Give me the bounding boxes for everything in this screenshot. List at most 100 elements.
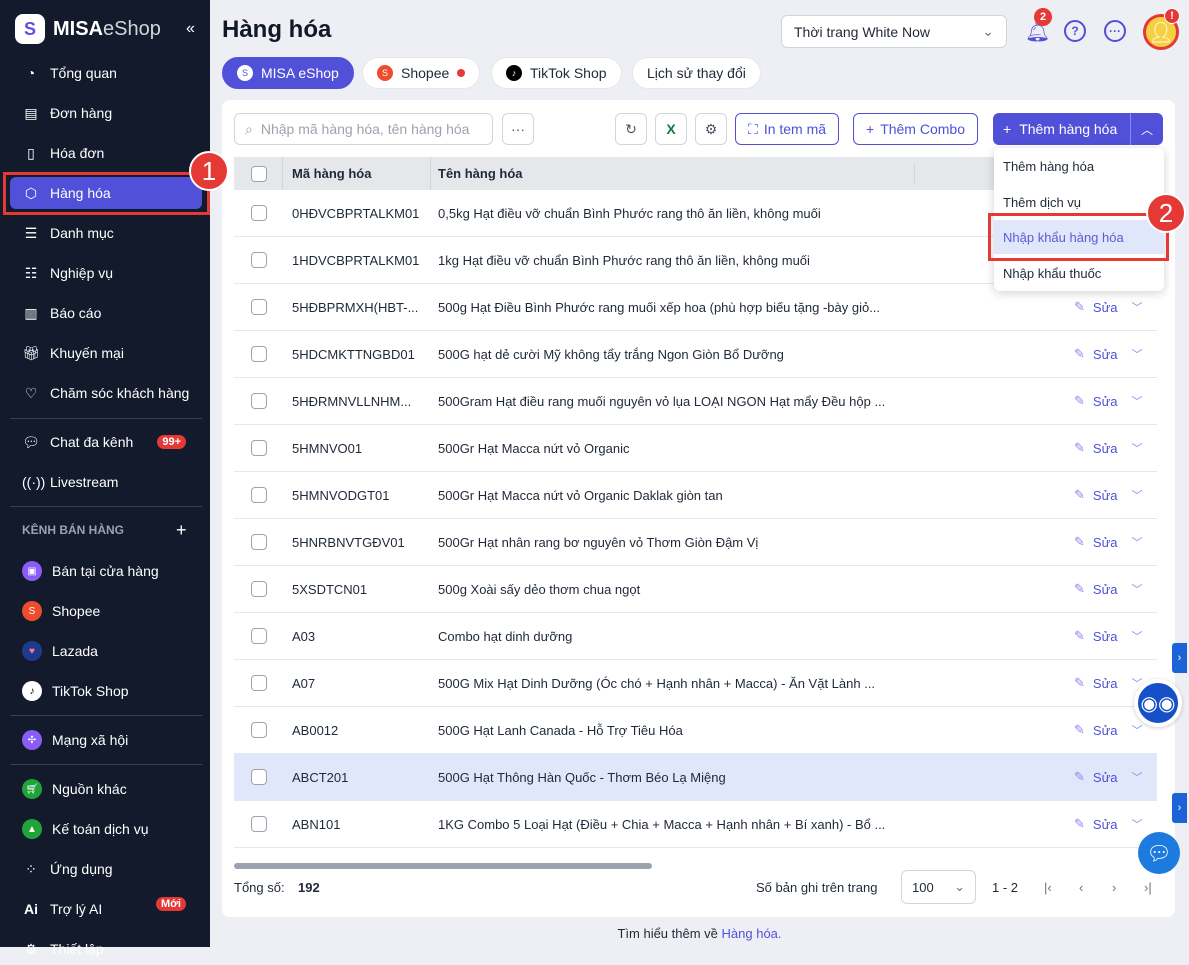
print-barcode-button[interactable]: ⛶ In tem mã (735, 113, 840, 145)
ai-assistant-robot-icon[interactable]: ◉◉ (1134, 679, 1182, 727)
per-page-select[interactable]: 100 ⌄ (901, 870, 976, 904)
edit-button[interactable]: ✎ Sửa ﹀ (1074, 722, 1143, 738)
excel-icon[interactable]: X (655, 113, 687, 145)
header-code[interactable]: Mã hàng hóa (292, 166, 371, 181)
edit-button[interactable]: ✎ Sửa ﹀ (1074, 581, 1143, 597)
chevron-up-icon[interactable]: ︿ (1131, 121, 1163, 138)
row-checkbox[interactable] (251, 581, 267, 597)
sidebar-channel-lazada[interactable]: ♥ Lazada (10, 635, 202, 667)
chevron-down-icon[interactable]: ﹀ (1132, 581, 1143, 597)
sidebar-item-reports[interactable]: ▥ Báo cáo (10, 297, 202, 329)
row-checkbox[interactable] (251, 205, 267, 221)
store-select[interactable]: Thời trang White Now ⌄ (781, 15, 1007, 48)
last-page-icon[interactable]: ›| (1144, 880, 1152, 895)
sidebar-item-accounting[interactable]: ▲ Kế toán dịch vụ (10, 813, 202, 845)
sidebar-item-operations[interactable]: ☷ Nghiệp vụ (10, 257, 202, 289)
edit-button[interactable]: ✎ Sửa ﹀ (1074, 628, 1143, 644)
add-product-button[interactable]: + Thêm hàng hóa (993, 113, 1131, 145)
table-row[interactable]: 5HNRBNVTGĐV01 500Gr Hạt nhân rang bơ nguy… (234, 519, 1157, 566)
row-checkbox[interactable] (251, 440, 267, 456)
chevron-down-icon[interactable]: ﹀ (1132, 393, 1143, 409)
row-checkbox[interactable] (251, 346, 267, 362)
more-icon[interactable]: ··· (1104, 20, 1126, 42)
sidebar-item-social[interactable]: ✣ Mạng xã hội (10, 724, 202, 756)
add-combo-button[interactable]: + Thêm Combo (853, 113, 978, 145)
sidebar-item-livestream[interactable]: ((·)) Livestream (10, 466, 202, 498)
add-channel-button[interactable]: + (176, 520, 187, 541)
chevron-down-icon[interactable]: ﹀ (1132, 346, 1143, 362)
table-row[interactable]: ABCT201 500G Hạt Thông Hàn Quốc - Thơm Bé… (234, 754, 1157, 801)
sidebar-item-orders[interactable]: ▤ Đơn hàng (10, 97, 202, 129)
row-checkbox[interactable] (251, 393, 267, 409)
horizontal-scrollbar[interactable] (234, 863, 652, 869)
table-row[interactable]: 5HDCMKTTNGBD01 500G hạt dẻ cười Mỹ không … (234, 331, 1157, 378)
menu-item-add-product[interactable]: Thêm hàng hóa (994, 149, 1164, 183)
expand-panel-button[interactable]: › (1172, 643, 1187, 673)
table-row[interactable]: 5XSDTCN01 500g Xoài sấy dẻo thơm chua ngọ… (234, 566, 1157, 613)
tab-misa-eshop[interactable]: S MISA eShop (222, 57, 354, 89)
table-row[interactable]: 5HMNVO01 500Gr Hạt Macca nứt vỏ Organic ✎ S… (234, 425, 1157, 472)
tab-shopee[interactable]: S Shopee (362, 57, 481, 89)
table-row[interactable]: 5HĐRMNVLLNHM... 500Gram Hạt điều rang muố… (234, 378, 1157, 425)
row-checkbox[interactable] (251, 675, 267, 691)
sidebar-item-apps[interactable]: ⁘ Ứng dụng (10, 853, 202, 885)
expand-panel-button-2[interactable]: › (1172, 793, 1187, 823)
collapse-sidebar-button[interactable]: « (186, 20, 195, 38)
edit-button[interactable]: ✎ Sửa ﹀ (1074, 299, 1143, 315)
sidebar-item-customer-care[interactable]: ♡ Chăm sóc khách hàng (10, 377, 202, 409)
prev-page-icon[interactable]: ‹ (1079, 880, 1083, 895)
tab-tiktok-shop[interactable]: ♪ TikTok Shop (491, 57, 622, 89)
chat-support-icon[interactable]: 💬︎ (1138, 832, 1180, 874)
chevron-down-icon[interactable]: ﹀ (1132, 487, 1143, 503)
sidebar-channel-store[interactable]: ▣ Bán tại cửa hàng (10, 555, 202, 587)
sidebar-item-overview[interactable]: ◔ Tổng quan (10, 57, 202, 89)
row-checkbox[interactable] (251, 722, 267, 738)
table-row[interactable]: 5HMNVODGT01 500Gr Hạt Macca nứt vỏ Organi… (234, 472, 1157, 519)
sidebar-item-ai[interactable]: Ai Trợ lý AI Mới (10, 893, 202, 925)
sidebar-channel-tiktok[interactable]: ♪ TikTok Shop (10, 675, 202, 707)
chevron-down-icon[interactable]: ﹀ (1132, 299, 1143, 315)
edit-button[interactable]: ✎ Sửa ﹀ (1074, 440, 1143, 456)
tab-change-history[interactable]: Lịch sử thay đổi (632, 57, 761, 89)
chevron-down-icon[interactable]: ﹀ (1132, 816, 1143, 832)
search-input[interactable]: ⌕ Nhập mã hàng hóa, tên hàng hóa (234, 113, 493, 145)
next-page-icon[interactable]: › (1112, 880, 1116, 895)
chevron-down-icon[interactable]: ﹀ (1132, 534, 1143, 550)
row-checkbox[interactable] (251, 628, 267, 644)
sidebar-item-promotions[interactable]: 🎁︎ Khuyến mại (10, 337, 202, 369)
sidebar-channel-shopee[interactable]: S Shopee (10, 595, 202, 627)
table-row[interactable]: AB0012 500G Hạt Lanh Canada - Hỗ Trợ Tiêu… (234, 707, 1157, 754)
table-row[interactable]: A07 500G Mix Hạt Dinh Dưỡng (Óc chó + Hạn… (234, 660, 1157, 707)
sidebar-item-chat[interactable]: 💬︎ Chat đa kênh 99+ (10, 426, 202, 458)
edit-button[interactable]: ✎ Sửa ﹀ (1074, 816, 1143, 832)
table-row[interactable]: A03 Combo hạt dinh dưỡng ✎ Sửa ﹀ (234, 613, 1157, 660)
learn-more-link[interactable]: Hàng hóa. (722, 926, 782, 941)
edit-button[interactable]: ✎ Sửa ﹀ (1074, 487, 1143, 503)
header-name[interactable]: Tên hàng hóa (438, 166, 523, 181)
table-row[interactable]: ABN101 1KG Combo 5 Loại Hạt (Điều + Chia … (234, 801, 1157, 848)
row-checkbox[interactable] (251, 769, 267, 785)
chevron-down-icon[interactable]: ﹀ (1132, 769, 1143, 785)
sidebar-item-other-sources[interactable]: 🛒︎ Nguồn khác (10, 773, 202, 805)
logo[interactable]: S MISAeShop (15, 14, 161, 44)
sidebar-item-invoices[interactable]: ▯ Hóa đơn (10, 137, 202, 169)
edit-button[interactable]: ✎ Sửa ﹀ (1074, 675, 1143, 691)
row-checkbox[interactable] (251, 252, 267, 268)
chevron-down-icon[interactable]: ﹀ (1132, 440, 1143, 456)
more-options-button[interactable]: ··· (502, 113, 534, 145)
help-icon[interactable]: ? (1064, 20, 1086, 42)
chevron-down-icon[interactable]: ﹀ (1132, 722, 1143, 738)
gear-icon[interactable]: ⚙ (695, 113, 727, 145)
edit-button[interactable]: ✎ Sửa ﹀ (1074, 346, 1143, 362)
row-checkbox[interactable] (251, 487, 267, 503)
row-checkbox[interactable] (251, 534, 267, 550)
refresh-icon[interactable]: ↻ (615, 113, 647, 145)
sidebar-item-categories[interactable]: ☰ Danh mục (10, 217, 202, 249)
edit-button[interactable]: ✎ Sửa ﹀ (1074, 534, 1143, 550)
edit-button[interactable]: ✎ Sửa ﹀ (1074, 393, 1143, 409)
row-checkbox[interactable] (251, 299, 267, 315)
row-checkbox[interactable] (251, 816, 267, 832)
table-row[interactable]: 5HĐBPRMXH(HBT-... 500g Hạt Điều Bình Phướ… (234, 284, 1157, 331)
chevron-down-icon[interactable]: ﹀ (1132, 628, 1143, 644)
select-all-checkbox[interactable] (251, 165, 267, 182)
